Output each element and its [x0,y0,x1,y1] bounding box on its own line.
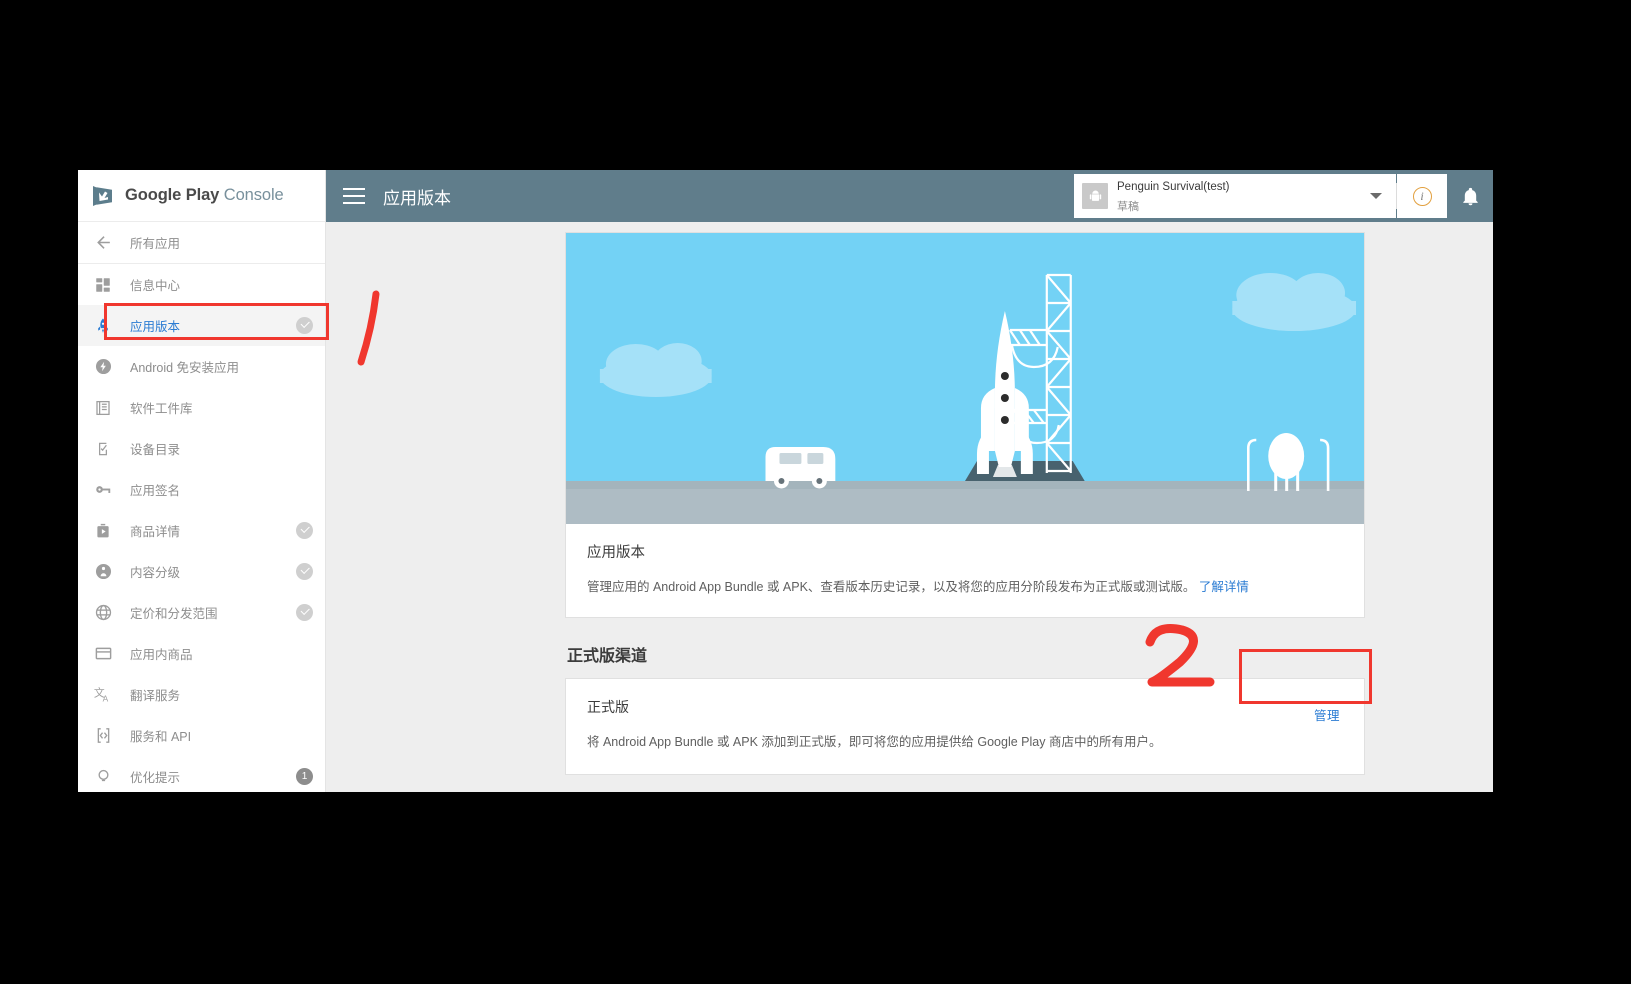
notifications-button[interactable] [1447,170,1493,222]
brand-title: Google Play Console [125,186,284,205]
track-name: 正式版 [587,697,1343,717]
sidebar-item-label: 应用签名 [130,480,313,499]
store-listing-icon [92,520,114,542]
app-selector-meta: Penguin Survival(test) 草稿 [1117,176,1370,216]
hero-body: 应用版本 管理应用的 Android App Bundle 或 APK、查看版本… [566,524,1364,617]
google-play-logo-icon [90,184,116,208]
optimization-tips-icon [92,766,114,788]
brand-header[interactable]: Google Play Console [78,170,325,222]
info-circle-icon: i [1413,187,1432,206]
globe-icon [92,602,114,624]
sidebar-item-content-rating[interactable]: 内容分级 [78,551,325,592]
svg-text:A: A [103,693,109,703]
sidebar-item-label: 软件工件库 [130,398,313,417]
dashboard-icon [92,274,114,296]
status-check-icon [296,317,313,334]
content-column: 应用版本 管理应用的 Android App Bundle 或 APK、查看版本… [565,232,1365,775]
sidebar-item-label: 定价和分发范围 [130,603,296,622]
hero-description: 管理应用的 Android App Bundle 或 APK、查看版本历史记录，… [587,578,1343,597]
sidebar-item-label: 优化提示 [130,767,296,786]
production-track-card: 正式版 将 Android App Bundle 或 APK 添加到正式版，即可… [565,678,1365,775]
app-name: Penguin Survival(test) [1117,181,1230,193]
instant-apps-bolt-icon [92,356,114,378]
sidebar-item-all-apps[interactable]: 所有应用 [78,222,325,264]
status-check-icon [296,604,313,621]
sidebar-item-device-catalog[interactable]: 设备目录 [78,428,325,469]
hero-title: 应用版本 [587,541,1343,562]
sidebar-item-label: 设备目录 [130,439,313,458]
credit-card-icon [92,643,114,665]
top-app-bar: 应用版本 Penguin Survival(test) 草稿 i [326,170,1493,222]
sidebar-item-label: 内容分级 [130,562,296,581]
translate-icon: 文 A [92,684,114,706]
section-title: 正式版渠道 [567,642,1365,666]
sidebar-item-artifact-library[interactable]: 软件工件库 [78,387,325,428]
sidebar-item-label: 商品详情 [130,521,296,540]
hero-description-text: 管理应用的 Android App Bundle 或 APK、查看版本历史记录，… [587,580,1195,594]
app-status: 草稿 [1117,201,1139,213]
sidebar-item-services-api[interactable]: 服务和 API [78,715,325,756]
sidebar-item-pricing-distribution[interactable]: 定价和分发范围 [78,592,325,633]
sidebar-item-store-listing[interactable]: 商品详情 [78,510,325,551]
rocket-icon [92,315,114,337]
sidebar-item-label: 信息中心 [130,275,313,294]
sidebar: Google Play Console 所有应用 [78,170,326,792]
sidebar-item-translation-service[interactable]: 文 A 翻译服务 [78,674,325,715]
sidebar-item-label: Android 免安装应用 [130,357,313,376]
brand-google-play: Google Play [125,186,219,204]
manage-button[interactable]: 管理 [1314,705,1340,724]
sidebar-item-label: 翻译服务 [130,685,313,704]
info-button[interactable]: i [1397,174,1447,218]
sidebar-item-app-signing[interactable]: 应用签名 [78,469,325,510]
sidebar-item-in-app-products[interactable]: 应用内商品 [78,633,325,674]
sidebar-item-label: 所有应用 [130,233,313,252]
arrow-back-icon [92,232,114,254]
notifications-bell-icon [1460,186,1481,207]
android-app-thumbnail-icon [1082,183,1108,209]
page-title: 应用版本 [383,184,451,209]
device-catalog-icon [92,438,114,460]
services-api-icon [92,725,114,747]
main-content: 应用版本 管理应用的 Android App Bundle 或 APK、查看版本… [326,222,1493,792]
learn-more-link[interactable]: 了解详情 [1199,580,1249,594]
status-check-icon [296,563,313,580]
sidebar-nav-list: 所有应用 信息中心 [78,222,325,792]
sidebar-item-label: 服务和 API [130,726,313,745]
key-icon [92,479,114,501]
sidebar-item-optimization-tips[interactable]: 优化提示 1 [78,756,325,792]
sidebar-item-label: 应用内商品 [130,644,313,663]
notification-count-badge: 1 [296,768,313,785]
app-releases-hero-card: 应用版本 管理应用的 Android App Bundle 或 APK、查看版本… [565,232,1365,618]
sidebar-item-dashboard[interactable]: 信息中心 [78,264,325,305]
sidebar-item-instant-apps[interactable]: Android 免安装应用 [78,346,325,387]
chevron-down-icon[interactable] [1370,193,1382,199]
screenshot-viewport: Google Play Console 所有应用 [78,170,1493,792]
sidebar-item-label: 应用版本 [130,316,296,335]
artifact-library-icon [92,397,114,419]
content-rating-icon [92,561,114,583]
status-check-icon [296,522,313,539]
rocket-launchpad-illustration [566,233,1364,524]
sidebar-item-app-releases[interactable]: 应用版本 [78,305,325,346]
hamburger-menu-icon[interactable] [343,188,365,204]
brand-console-label: Console [224,186,284,204]
track-description: 将 Android App Bundle 或 APK 添加到正式版，即可将您的应… [587,733,1343,752]
app-selector[interactable]: Penguin Survival(test) 草稿 [1074,174,1396,218]
